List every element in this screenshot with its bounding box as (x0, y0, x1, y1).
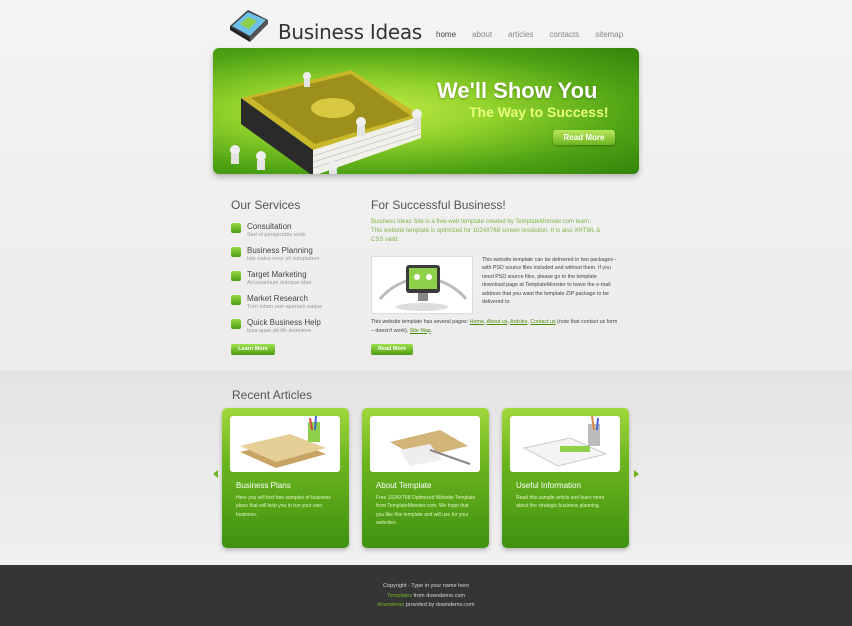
article-thumbnail (510, 416, 620, 472)
arrow-bullet-icon (231, 223, 241, 233)
service-name: Business Planning (247, 246, 313, 255)
footer-line-3: downdemo provided by downdemo.com (0, 602, 852, 608)
link-articles[interactable]: Articles (510, 319, 527, 325)
article-thumbnail (230, 416, 340, 472)
service-name: Target Marketing (247, 270, 307, 279)
folder-illustration-icon (240, 416, 326, 468)
service-name: Market Research (247, 294, 308, 303)
nav-contacts[interactable]: contacts (549, 30, 579, 39)
article-title: About Template (376, 481, 432, 490)
prev-arrow-icon[interactable] (213, 470, 218, 478)
nav-about[interactable]: about (472, 30, 492, 39)
monitor-illustration (371, 256, 473, 314)
documents-illustration-icon (522, 416, 608, 467)
article-card-about-template[interactable]: About Template Free 1024X768 Optimized W… (362, 408, 489, 548)
article-title: Business Plans (236, 481, 291, 490)
service-item-quick-business-help[interactable]: Quick Business Help Ipsa quae ab illo in… (231, 318, 351, 342)
link-contact-us[interactable]: Contact us (530, 319, 555, 325)
service-desc: Ipsa quae ab illo inventore (247, 328, 312, 334)
business-read-more-button[interactable]: Read More (371, 344, 413, 355)
service-item-target-marketing[interactable]: Target Marketing Accusantium doloque ida… (231, 270, 351, 294)
footer: Copyright - Type in your name here Templ… (0, 565, 852, 626)
hero-banner: We'll Show You The Way to Success! Read … (213, 48, 639, 174)
article-text: Free 1024X768 Optimized Website Template… (376, 495, 476, 526)
service-item-business-planning[interactable]: Business Planning Iste natus error sit v… (231, 246, 351, 270)
article-thumbnail (370, 416, 480, 472)
business-intro: Business Ideas Site is a free web templa… (371, 219, 601, 243)
recent-articles-title: Recent Articles (232, 388, 313, 402)
link-site-map[interactable]: Site Map (410, 328, 431, 334)
footer-line-2: Templates from downdemo.com (0, 593, 852, 599)
services-list: Consultation Sed ut perspiciatis unde Bu… (231, 222, 351, 342)
logo-icon (230, 10, 268, 42)
article-card-useful-information[interactable]: Useful Information Read this sample arti… (502, 408, 629, 548)
nav-sitemap[interactable]: sitemap (595, 30, 623, 39)
service-item-market-research[interactable]: Market Research Tum totam rem aperiam ea… (231, 294, 351, 318)
article-text: Here you will find free samples of busin… (236, 495, 331, 518)
nav-articles[interactable]: articles (508, 30, 533, 39)
business-title: For Successful Business! (371, 198, 506, 212)
footer-line-3-text: provided by downdemo.com (405, 602, 475, 608)
arrow-bullet-icon (231, 271, 241, 281)
pages-pre-text: This website template has several pages: (371, 319, 469, 325)
service-name: Quick Business Help (247, 318, 321, 327)
arrow-bullet-icon (231, 319, 241, 329)
article-title: Useful Information (516, 481, 581, 490)
article-card-business-plans[interactable]: Business Plans Here you will find free s… (222, 408, 349, 548)
book-illustration (230, 70, 422, 174)
arrow-bullet-icon (231, 247, 241, 257)
services-title: Our Services (231, 198, 301, 212)
envelope-illustration-icon (390, 430, 471, 466)
article-text: Read this sample article and learn more … (516, 495, 605, 510)
service-name: Consultation (247, 222, 292, 231)
service-desc: Tum totam rem aperiam eaque (247, 304, 323, 310)
next-arrow-icon[interactable] (634, 470, 639, 478)
service-desc: Accusantium doloque idan (247, 280, 312, 286)
link-home[interactable]: Home (470, 319, 484, 325)
service-item-consultation[interactable]: Consultation Sed ut perspiciatis unde (231, 222, 351, 246)
link-about-us[interactable]: About us (486, 319, 507, 325)
service-desc: Sed ut perspiciatis unde (247, 232, 306, 238)
footer-templates-link[interactable]: Templates (387, 593, 412, 599)
service-desc: Iste natus error sit voluptatem (247, 256, 320, 262)
main-nav: home about articles contacts sitemap (436, 30, 639, 39)
learn-more-button[interactable]: Learn More (231, 344, 275, 355)
banner-headline: We'll Show You (437, 78, 598, 103)
business-body: This website template can be delivered i… (482, 257, 617, 306)
monitor-icon (378, 265, 468, 311)
business-pages: This website template has several pages:… (371, 319, 618, 334)
footer-downdemo-link[interactable]: downdemo (377, 602, 404, 608)
banner-read-more-button[interactable]: Read More (553, 130, 615, 145)
footer-copyright: Copyright - Type in your name here (382, 583, 470, 589)
site-title: Business Ideas (278, 20, 422, 44)
banner-subheadline: The Way to Success! (469, 104, 609, 120)
nav-home[interactable]: home (436, 30, 456, 39)
arrow-bullet-icon (231, 295, 241, 305)
footer-line-2-text: from downdemo.com (413, 593, 465, 599)
